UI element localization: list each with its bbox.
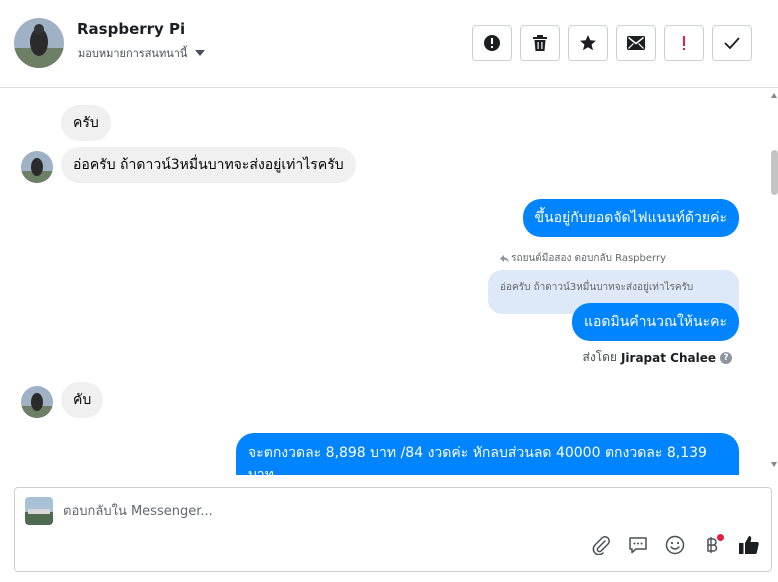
contact-avatar-small — [21, 151, 53, 183]
checkmark-icon — [724, 37, 740, 49]
incoming-message: คับ — [61, 382, 104, 418]
assign-conversation-label: มอบหมายการสนทนานี้ — [78, 47, 188, 60]
attach-button[interactable] — [589, 533, 613, 557]
envelope-icon — [627, 36, 645, 50]
page-avatar — [25, 497, 53, 525]
alert-circle-icon — [484, 35, 500, 51]
emoji-button[interactable] — [663, 533, 687, 557]
chat-bubble-icon — [629, 537, 647, 554]
reply-context: รถยนต์มือสอง ตอบกลับ Raspberry — [500, 251, 666, 266]
trash-icon — [533, 35, 547, 51]
message-thread[interactable]: ครับ อ่อครับ ถ้าดาวน์3หมื่นบาทจะส่งอยู่เ… — [0, 89, 770, 475]
help-icon[interactable]: ? — [720, 351, 732, 364]
incoming-message: อ่อครับ ถ้าดาวน์3หมื่นบาทจะส่งอยู่เท่าไร… — [61, 147, 356, 183]
star-button[interactable] — [568, 25, 608, 61]
thread-scrollbar[interactable] — [770, 89, 778, 475]
star-icon — [580, 35, 596, 51]
reply-arrow-icon — [500, 254, 510, 263]
message-composer — [14, 487, 772, 572]
outgoing-message: จะตกงวดละ 8,898 บาท /84 งวดค่ะ หักลบส่วน… — [236, 433, 739, 475]
mark-done-button[interactable] — [712, 25, 752, 61]
scroll-down-arrow-icon[interactable] — [771, 462, 777, 467]
reply-input[interactable] — [63, 499, 563, 523]
conversation-toolbar — [472, 25, 752, 61]
contact-avatar-small — [21, 386, 53, 418]
outgoing-message: ขึ้นอยู่กับยอดจัดไฟแนนท์ด้วยค่ะ — [522, 199, 739, 237]
reply-context-label: รถยนต์มือสอง ตอบกลับ Raspberry — [511, 253, 666, 264]
exclamation-icon — [683, 36, 685, 50]
payment-button[interactable] — [700, 533, 724, 557]
scroll-up-arrow-icon[interactable] — [771, 93, 777, 98]
spam-alert-button[interactable] — [472, 25, 512, 61]
sent-by-info: ส่งโดย Jirapat Chalee ? — [582, 348, 732, 367]
conversation-header: Raspberry Pi มอบหมายการสนทนานี้ — [0, 0, 778, 88]
delete-button[interactable] — [520, 25, 560, 61]
assign-conversation-dropdown[interactable]: มอบหมายการสนทนานี้ — [78, 44, 206, 62]
contact-avatar[interactable] — [14, 18, 64, 68]
outgoing-message: แอดมินคำนวณให้นะคะ — [571, 303, 739, 341]
contact-name[interactable]: Raspberry Pi — [77, 20, 185, 38]
notification-dot — [717, 534, 724, 541]
incoming-message: ครับ — [61, 105, 111, 141]
sent-by-name[interactable]: Jirapat Chalee — [621, 351, 716, 365]
follow-up-button[interactable] — [664, 25, 704, 61]
saved-replies-button[interactable] — [626, 533, 650, 557]
paperclip-icon — [592, 536, 610, 555]
sent-by-label: ส่งโดย — [582, 350, 617, 364]
like-button[interactable] — [737, 533, 761, 557]
composer-tools — [589, 533, 761, 557]
scrollbar-thumb[interactable] — [771, 150, 778, 195]
mark-unread-button[interactable] — [616, 25, 656, 61]
smiley-icon — [665, 535, 685, 555]
thumbs-up-icon — [739, 536, 759, 554]
caret-down-icon — [195, 50, 206, 56]
